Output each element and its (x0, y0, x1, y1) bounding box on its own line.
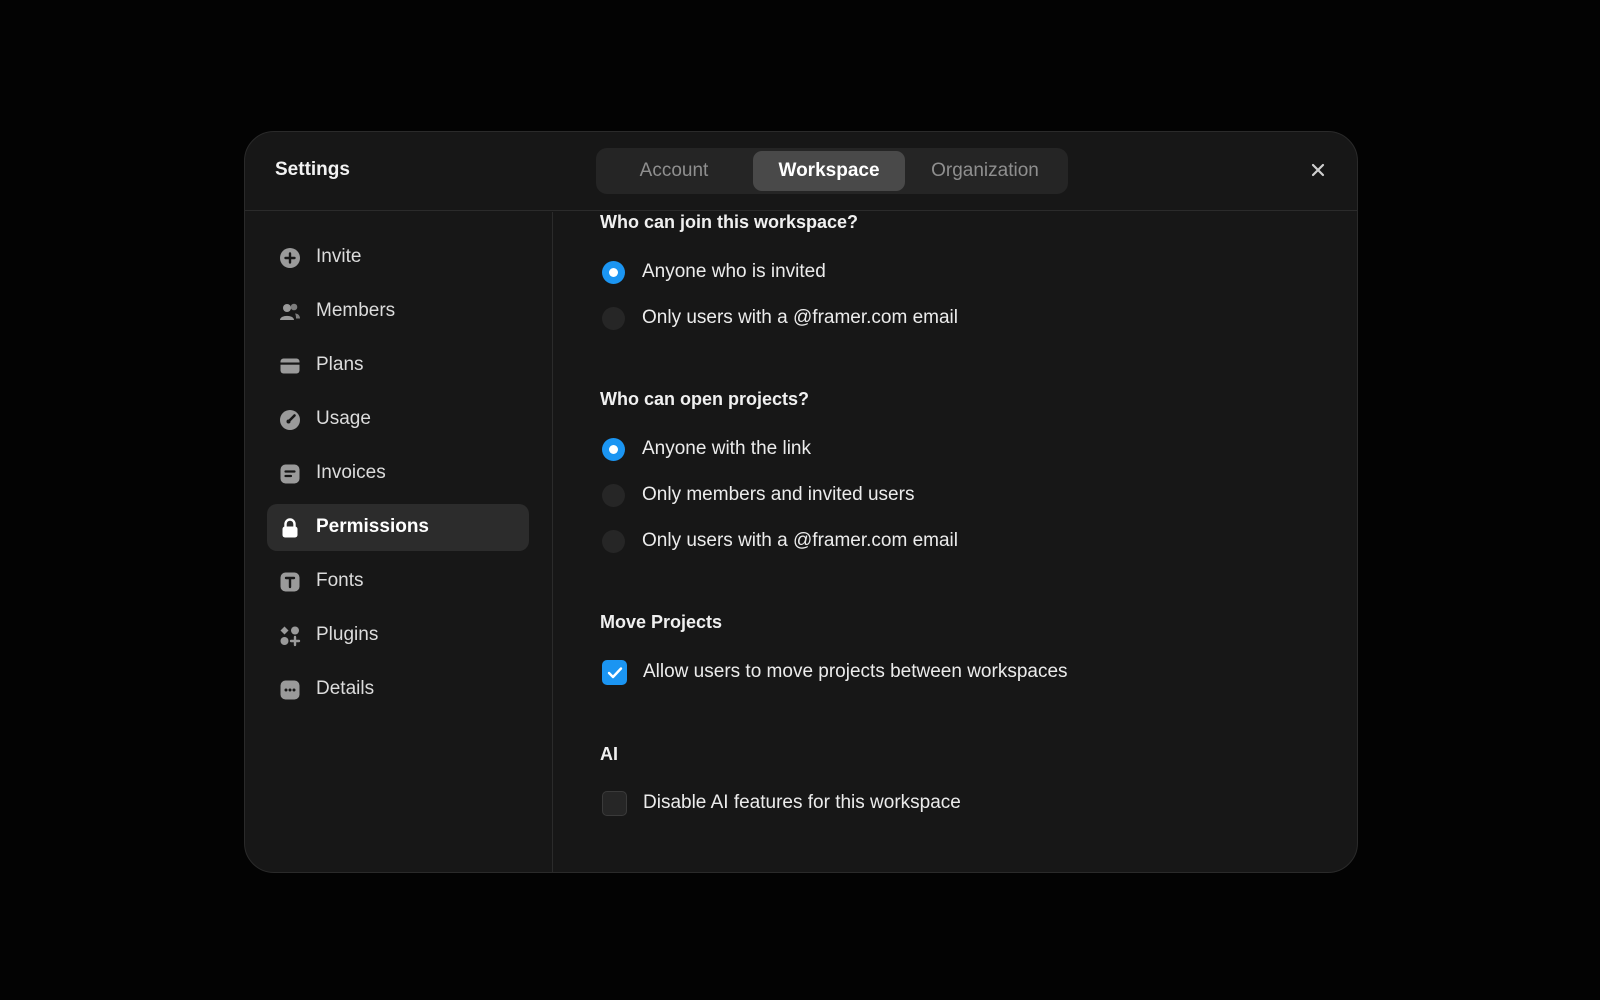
section-title-open: Who can open projects? (600, 389, 810, 409)
gauge-icon (280, 410, 300, 430)
checkbox[interactable] (602, 790, 627, 816)
radio-label: Anyone with the link (642, 438, 811, 459)
checkbox-label: Disable AI features for this workspace (643, 792, 961, 813)
radio-button[interactable] (602, 260, 625, 284)
radio-label: Only users with a @framer.com email (642, 307, 958, 328)
tab-bar: Account Workspace Organization (596, 148, 1068, 194)
checkbox-option-disable-ai[interactable]: Disable AI features for this workspace (602, 790, 961, 816)
card-icon (280, 358, 300, 374)
font-icon (280, 572, 300, 592)
plugins-icon (280, 626, 301, 647)
radio-label: Anyone who is invited (642, 261, 826, 282)
sidebar-item-label: Fonts (316, 570, 364, 591)
radio-button[interactable] (602, 437, 625, 461)
tab-organization[interactable]: Organization (905, 151, 1065, 191)
radio-option-framer-email[interactable]: Only users with a @framer.com email (602, 305, 958, 331)
radio-label: Only users with a @framer.com email (642, 530, 958, 551)
section-title-ai: AI (600, 744, 618, 764)
sidebar-item-label: Plugins (316, 624, 379, 645)
tab-workspace[interactable]: Workspace (753, 151, 905, 191)
sidebar-item-plugins[interactable]: Plugins (267, 612, 529, 659)
sidebar-item-details[interactable]: Details (267, 666, 529, 713)
sidebar-item-label: Permissions (316, 516, 429, 537)
modal-header: Settings Account Workspace Organization (245, 132, 1357, 211)
sidebar-item-label: Members (316, 300, 396, 321)
sidebar: Invite Members Plans Usage Invoices Perm… (245, 212, 553, 872)
radio-button[interactable] (602, 529, 625, 553)
sidebar-item-invite[interactable]: Invite (267, 234, 529, 281)
close-icon (1311, 163, 1325, 177)
sidebar-item-permissions[interactable]: Permissions (267, 504, 529, 551)
sidebar-item-label: Invite (316, 246, 362, 267)
sidebar-item-fonts[interactable]: Fonts (267, 558, 529, 605)
members-icon (280, 303, 300, 320)
plus-circle-icon (280, 248, 300, 268)
radio-option-open-framer-email[interactable]: Only users with a @framer.com email (602, 528, 958, 554)
radio-option-members-invited[interactable]: Only members and invited users (602, 482, 914, 508)
details-icon (280, 680, 300, 700)
sidebar-item-label: Details (316, 678, 375, 699)
sidebar-item-members[interactable]: Members (267, 288, 529, 335)
sidebar-item-label: Plans (316, 354, 364, 375)
sidebar-item-invoices[interactable]: Invoices (267, 450, 529, 497)
section-title-join: Who can join this workspace? (600, 212, 859, 232)
permissions-panel: Who can join this workspace? Anyone who … (554, 212, 1357, 872)
checkbox-option-move-projects[interactable]: Allow users to move projects between wor… (602, 659, 1068, 685)
checkbox-label: Allow users to move projects between wor… (643, 661, 1068, 682)
sidebar-item-label: Usage (316, 408, 371, 429)
radio-button[interactable] (602, 483, 625, 507)
radio-label: Only members and invited users (642, 484, 915, 505)
lock-icon (282, 518, 298, 538)
sidebar-item-usage[interactable]: Usage (267, 396, 529, 443)
radio-button[interactable] (602, 306, 625, 330)
section-title-move: Move Projects (600, 612, 723, 632)
checkmark-icon (607, 666, 623, 678)
tab-account[interactable]: Account (596, 151, 752, 191)
modal-title: Settings (275, 159, 350, 180)
sidebar-item-plans[interactable]: Plans (267, 342, 529, 389)
settings-modal: Settings Account Workspace Organization … (244, 131, 1358, 873)
sidebar-item-label: Invoices (316, 462, 386, 483)
close-button[interactable] (1307, 159, 1329, 181)
checkbox[interactable] (602, 659, 627, 685)
invoice-icon (280, 464, 300, 484)
radio-option-anyone-invited[interactable]: Anyone who is invited (602, 259, 826, 285)
radio-option-anyone-link[interactable]: Anyone with the link (602, 436, 811, 462)
